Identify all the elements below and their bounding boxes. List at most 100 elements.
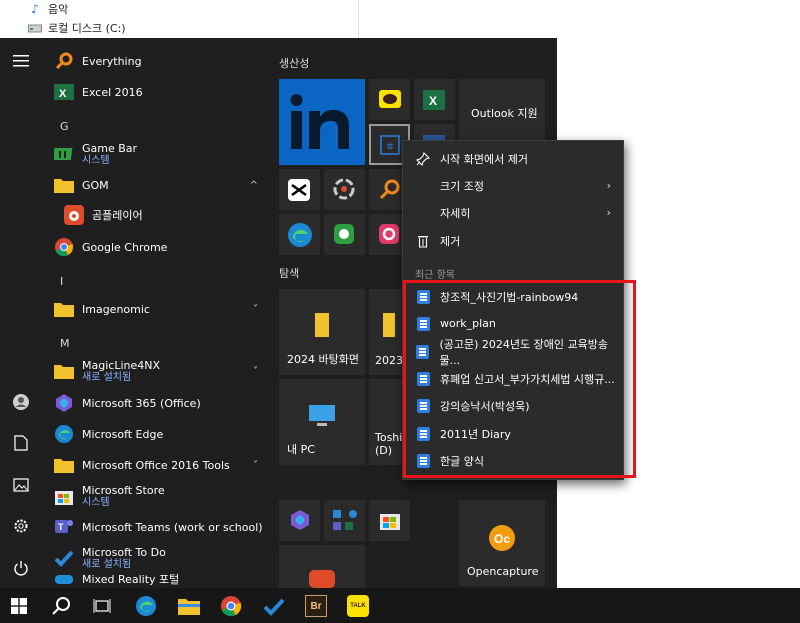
chevron-down-icon: ˅ <box>253 365 258 377</box>
tile-excel-small[interactable]: X <box>414 79 455 120</box>
tile-edge[interactable] <box>279 214 320 255</box>
start-rail <box>0 38 42 588</box>
letter-header-g[interactable]: G <box>60 120 69 133</box>
tile-label: 내 PC <box>287 443 315 456</box>
letter-header-i[interactable]: I <box>60 275 63 288</box>
power-icon[interactable] <box>8 555 34 581</box>
todo-icon[interactable] <box>259 591 289 621</box>
app-microsoft-365[interactable]: Microsoft 365 (Office) <box>52 388 266 418</box>
folder-icon <box>52 453 76 477</box>
svg-text:ㅎ: ㅎ <box>385 141 395 153</box>
tile-store[interactable] <box>369 500 410 541</box>
tile-capcut[interactable] <box>279 169 320 210</box>
m365-icon <box>289 509 311 535</box>
file-explorer-icon[interactable] <box>174 591 204 621</box>
tile-label: Outlook 지원 <box>471 107 538 120</box>
menu-item-label: 제거 <box>440 234 461 248</box>
app-magicline-folder[interactable]: MagicLine4NX 새로 설치됨 ˅ <box>52 356 266 386</box>
taskbar: Br TALK <box>0 588 800 623</box>
app-label: Google Chrome <box>82 240 168 254</box>
tile-linkedin[interactable] <box>279 79 365 165</box>
trash-icon <box>414 234 432 248</box>
chrome-icon[interactable] <box>216 591 246 621</box>
kakaotalk-icon[interactable]: TALK <box>343 591 373 621</box>
group-title-explore: 탐색 <box>279 267 300 280</box>
edge-icon[interactable] <box>131 591 161 621</box>
svg-text:X: X <box>429 94 437 108</box>
tile-davinci[interactable] <box>324 169 365 210</box>
m365-icon <box>52 391 76 415</box>
tile-m365[interactable] <box>279 500 320 541</box>
menu-item-uninstall[interactable]: 제거 <box>403 227 623 254</box>
tile-green-app[interactable] <box>324 214 365 255</box>
excel-icon: X <box>52 80 76 104</box>
app-label: Microsoft Edge <box>82 427 164 441</box>
app-label: 곰플레이어 <box>92 208 143 222</box>
app-label: Excel 2016 <box>82 85 143 99</box>
store-icon <box>52 484 76 508</box>
explorer-item-drive[interactable]: 로컬 디스크 (C:) <box>28 19 126 37</box>
folder-icon <box>312 313 332 343</box>
app-microsoft-edge[interactable]: Microsoft Edge <box>52 419 266 449</box>
explorer-item-label: 로컬 디스크 (C:) <box>48 22 126 35</box>
hamburger-icon[interactable] <box>8 48 34 74</box>
menu-item-resize[interactable]: 크기 조정 › <box>403 172 623 199</box>
folder-icon <box>52 359 76 383</box>
app-microsoft-store[interactable]: Microsoft Store 시스템 <box>52 481 266 511</box>
explorer-item-music[interactable]: ♪ 음악 <box>28 0 68 18</box>
app-excel[interactable]: X Excel 2016 <box>52 77 266 107</box>
app-label: Microsoft 365 (Office) <box>82 396 201 410</box>
tile-office-apps[interactable] <box>324 500 365 541</box>
folder-icon <box>381 313 397 343</box>
app-label: Everything <box>82 54 142 68</box>
bridge-icon[interactable]: Br <box>301 591 331 621</box>
tile-gomplayer[interactable] <box>279 545 365 588</box>
opencapture-icon: Oc <box>488 524 516 556</box>
app-everything[interactable]: Everything <box>52 46 266 76</box>
hwp-icon: ㅎ <box>380 135 400 159</box>
creative-cloud-icon <box>378 223 400 249</box>
capcut-icon <box>288 179 310 205</box>
chevron-down-icon: ˅ <box>253 303 258 315</box>
menu-item-unpin[interactable]: 시작 화면에서 제거 <box>403 145 623 172</box>
app-microsoft-teams[interactable]: T Microsoft Teams (work or school) <box>52 512 266 542</box>
explorer-divider <box>358 0 359 38</box>
user-icon[interactable] <box>8 389 34 415</box>
davinci-icon <box>333 178 355 204</box>
menu-item-label: 크기 조정 <box>440 179 484 193</box>
tile-label: Opencapture <box>467 565 539 578</box>
task-view-icon[interactable] <box>87 591 117 621</box>
bridge-label: Br <box>305 595 327 617</box>
app-google-chrome[interactable]: Google Chrome <box>52 232 266 262</box>
recent-items-header: 최근 항목 <box>415 270 455 281</box>
app-gom-folder[interactable]: GOM ^ <box>52 170 266 200</box>
pictures-icon[interactable] <box>8 472 34 498</box>
app-imagenomic-folder[interactable]: Imagenomic ˅ <box>52 294 266 324</box>
windows-start-icon[interactable] <box>4 591 34 621</box>
app-mixed-reality[interactable]: Mixed Reality 포털 <box>52 568 266 590</box>
app-gomplayer[interactable]: 곰플레이어 <box>62 200 276 230</box>
app-label: Mixed Reality 포털 <box>82 572 180 586</box>
app-label: Microsoft Office 2016 Tools <box>82 458 230 472</box>
letter-header-m[interactable]: M <box>60 337 70 350</box>
app-label: Game Bar <box>82 141 138 155</box>
excel-icon: X <box>423 89 445 115</box>
tile-opencapture[interactable]: Oc Opencapture <box>459 500 545 586</box>
chat-bubble-icon <box>379 90 401 114</box>
tile-my-pc[interactable]: 내 PC <box>279 379 365 465</box>
edge-icon <box>287 222 313 252</box>
app-game-bar[interactable]: Game Bar 시스템 <box>52 139 266 169</box>
unpin-icon <box>414 151 432 166</box>
document-icon[interactable] <box>8 430 34 456</box>
store-icon <box>379 509 401 535</box>
app-office-tools-folder[interactable]: Microsoft Office 2016 Tools ˅ <box>52 450 266 480</box>
tile-kakaotalk-small[interactable] <box>369 79 410 120</box>
tile-wallpaper-2024[interactable]: 2024 바탕화면 <box>279 289 365 375</box>
app-label: Imagenomic <box>82 302 150 316</box>
settings-icon[interactable] <box>8 513 34 539</box>
office-apps-icon <box>331 506 359 538</box>
search-icon[interactable] <box>46 591 76 621</box>
kakao-label: TALK <box>347 595 369 617</box>
folder-icon <box>52 173 76 197</box>
menu-item-more[interactable]: 자세히 › <box>403 199 623 226</box>
